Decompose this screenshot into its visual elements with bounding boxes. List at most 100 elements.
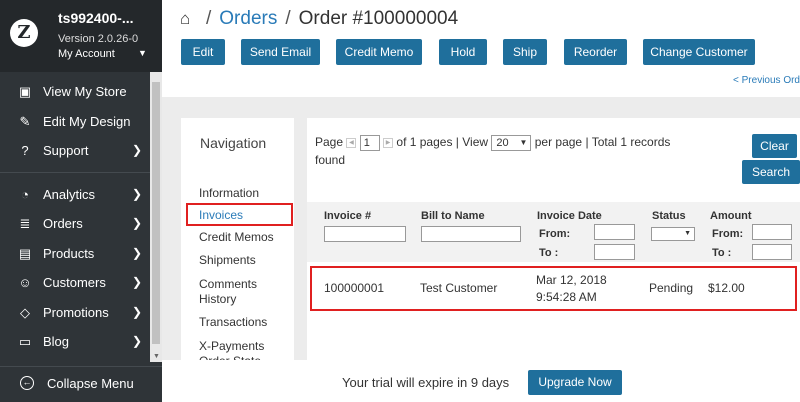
sidebar-item-view-store[interactable]: ▣ View My Store xyxy=(0,77,150,107)
bill-to-name-filter[interactable] xyxy=(421,226,521,242)
user-icon: ☺ xyxy=(18,275,32,290)
collapse-arrow-icon: ← xyxy=(20,376,34,390)
table-row[interactable]: 100000001 Test Customer Mar 12, 2018 9:5… xyxy=(310,266,797,311)
credit-memo-button[interactable]: Credit Memo xyxy=(336,39,422,65)
sidebar: Z ts992400-... Version 2.0.26-0 My Accou… xyxy=(0,0,162,402)
main-content: ⌂ / Orders / Order #100000004 Edit Send Emai… xyxy=(162,0,800,402)
sidebar-item-products[interactable]: ▤ Products ❯ xyxy=(0,239,150,269)
column-amount[interactable]: Amount xyxy=(710,210,752,222)
page-label: Page xyxy=(315,135,344,150)
invoice-number-filter[interactable] xyxy=(324,226,406,242)
date-from-label: From: xyxy=(539,228,571,240)
sidebar-item-label: Support xyxy=(43,143,89,158)
chevron-right-icon: ❯ xyxy=(131,304,142,319)
sidebar-item-label: Products xyxy=(43,245,95,261)
status-filter-select[interactable]: ▼ xyxy=(651,227,695,241)
sidebar-item-customers[interactable]: ☺ Customers ❯ xyxy=(0,268,150,298)
hold-button[interactable]: Hold xyxy=(439,39,487,65)
per-page-select[interactable]: 20 ▼ xyxy=(491,135,532,151)
database-icon: ≣ xyxy=(19,216,31,231)
question-icon: ? xyxy=(21,143,29,158)
row-amount: $12.00 xyxy=(708,281,745,295)
edit-button[interactable]: Edit xyxy=(181,39,225,65)
send-email-button[interactable]: Send Email xyxy=(241,39,320,65)
sidebar-item-label: Customers xyxy=(43,275,106,290)
prev-page-icon[interactable]: ◀ xyxy=(346,138,357,148)
nav-item-invoices[interactable]: Invoices xyxy=(199,208,243,223)
sidebar-item-support[interactable]: ? Support ❯ xyxy=(0,136,150,166)
version-label: Version 2.0.26-0 xyxy=(58,33,139,45)
date-to-filter[interactable] xyxy=(594,244,635,260)
next-page-icon[interactable]: ▶ xyxy=(383,138,394,148)
page-input[interactable]: 1 xyxy=(359,135,380,151)
sidebar-header: Z ts992400-... Version 2.0.26-0 My Accou… xyxy=(0,0,162,72)
sidebar-menu: ▣ View My Store ✎ Edit My Design ? Suppo… xyxy=(0,77,150,357)
dropdown-arrow-icon: ▼ xyxy=(519,138,528,147)
date-to-label: To : xyxy=(539,247,559,259)
tag-icon: ◇ xyxy=(20,304,30,320)
box-icon: ▤ xyxy=(18,245,32,261)
per-page-label: per page xyxy=(534,135,583,150)
grid-header: Invoice # Bill to Name Invoice Date Stat… xyxy=(307,202,800,262)
collapse-menu-button[interactable]: ← Collapse Menu xyxy=(0,366,162,402)
row-bill-to-name: Test Customer xyxy=(420,281,498,295)
caret-down-icon[interactable]: ▼ xyxy=(138,48,147,58)
found-label: found xyxy=(315,153,346,167)
scroll-down-arrow-icon[interactable]: ▼ xyxy=(153,353,160,360)
row-status: Pending xyxy=(649,281,694,295)
row-invoice-number: 100000001 xyxy=(324,281,385,295)
home-icon[interactable]: ⌂ xyxy=(180,9,198,29)
column-invoice-number[interactable]: Invoice # xyxy=(324,210,371,222)
sidebar-item-blog[interactable]: ▭ Blog ❯ xyxy=(0,327,150,357)
store-logo-icon: Z xyxy=(10,19,38,47)
nav-item-shipments[interactable]: Shipments xyxy=(199,253,256,268)
sidebar-scrollbar[interactable]: ▼ xyxy=(150,72,162,362)
store-name: ts992400-... xyxy=(58,10,134,26)
order-navigation: Navigation Information Invoices Credit M… xyxy=(181,118,294,360)
chevron-right-icon: ❯ xyxy=(131,186,142,201)
invoices-grid: Page ◀ 1 ▶ of 1 pages | View 20 ▼ per pag… xyxy=(307,118,800,360)
previous-order-link[interactable]: < Previous Ord xyxy=(733,75,800,86)
amount-from-filter[interactable] xyxy=(752,224,792,240)
monitor-icon: ▣ xyxy=(18,84,32,99)
sidebar-divider xyxy=(0,171,150,180)
reorder-button[interactable]: Reorder xyxy=(564,39,627,65)
total-records: Total 1 records xyxy=(591,135,671,150)
nav-item-x-payments[interactable]: X-Payments Order State xyxy=(199,339,291,360)
nav-item-comments-history[interactable]: Comments History xyxy=(199,277,279,307)
sidebar-item-promotions[interactable]: ◇ Promotions ❯ xyxy=(0,298,150,328)
of-pages-label: of 1 pages xyxy=(396,135,453,150)
breadcrumb-orders-link[interactable]: Orders xyxy=(219,8,277,29)
sidebar-item-label: Analytics xyxy=(43,186,96,202)
book-icon: ▭ xyxy=(18,334,32,349)
column-status[interactable]: Status xyxy=(652,210,686,222)
navigation-title: Navigation xyxy=(200,135,267,151)
trial-message: Your trial will expire in 9 days xyxy=(342,375,510,390)
ship-button[interactable]: Ship xyxy=(503,39,547,65)
change-customer-button[interactable]: Change Customer xyxy=(643,39,755,65)
my-account-link[interactable]: My Account xyxy=(58,48,115,60)
sidebar-item-orders[interactable]: ≣ Orders ❯ xyxy=(0,209,150,239)
scrollbar-thumb[interactable] xyxy=(152,82,160,344)
upgrade-now-button[interactable]: Upgrade Now xyxy=(528,370,622,395)
nav-item-information[interactable]: Information xyxy=(199,186,259,201)
sidebar-item-label: View My Store xyxy=(43,84,127,99)
sidebar-item-label: Orders xyxy=(43,216,83,231)
amount-to-filter[interactable] xyxy=(752,244,792,260)
breadcrumb-separator: / xyxy=(206,8,212,29)
search-button[interactable]: Search xyxy=(742,160,800,184)
trial-banner: Your trial will expire in 9 days Upgrade… xyxy=(162,362,800,402)
nav-item-credit-memos[interactable]: Credit Memos xyxy=(199,230,274,245)
sidebar-item-analytics[interactable]: ◔ Analytics ❯ xyxy=(0,180,150,210)
chevron-right-icon: ❯ xyxy=(131,334,142,348)
clear-button[interactable]: Clear xyxy=(752,134,797,158)
nav-item-transactions[interactable]: Transactions xyxy=(199,315,267,330)
breadcrumb-separator: / xyxy=(285,8,291,29)
column-invoice-date[interactable]: Invoice Date xyxy=(537,210,602,222)
breadcrumb: ⌂ / Orders / Order #100000004 xyxy=(180,8,458,32)
column-bill-to-name[interactable]: Bill to Name xyxy=(421,210,485,222)
analytics-icon: ◔ xyxy=(21,186,29,202)
sidebar-item-edit-design[interactable]: ✎ Edit My Design xyxy=(0,107,150,137)
amount-to-label: To : xyxy=(712,247,732,259)
date-from-filter[interactable] xyxy=(594,224,635,240)
